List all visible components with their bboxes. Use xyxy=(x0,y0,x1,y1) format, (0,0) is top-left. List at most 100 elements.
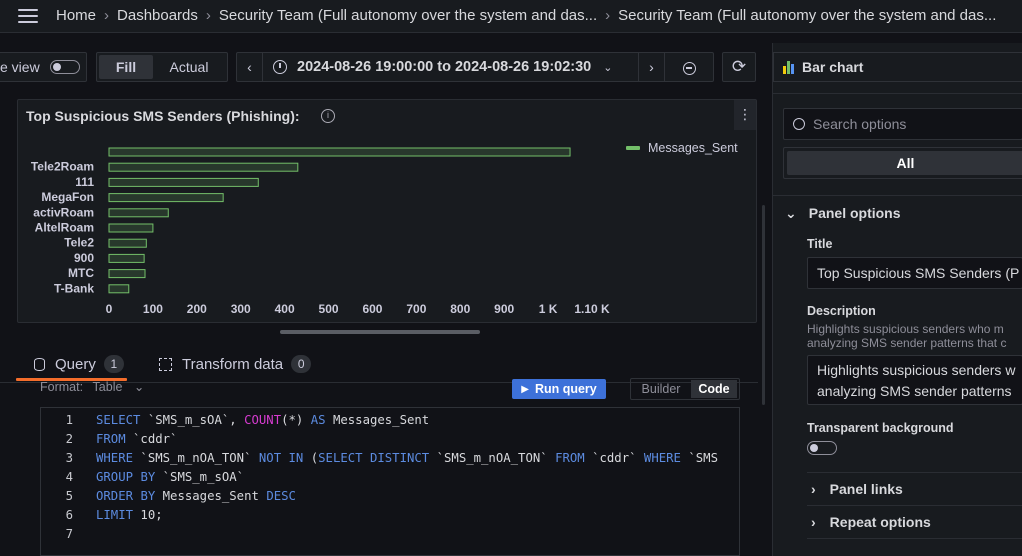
chart-bar[interactable] xyxy=(108,162,299,172)
time-back-button[interactable]: ‹ xyxy=(237,53,263,81)
chart-bar[interactable] xyxy=(108,223,154,233)
x-tick-label: 0 xyxy=(106,302,113,316)
code-line: 1 SELECT `SMS_m_sOA`, COUNT(*) AS Message… xyxy=(41,413,739,432)
fill-actual-group: Fill Actual xyxy=(96,52,228,82)
play-icon: ▶ xyxy=(521,383,529,395)
transparent-label: Transparent background xyxy=(807,421,954,435)
time-range-label: 2024-08-26 19:00:00 to 2024-08-26 19:02:… xyxy=(297,59,592,75)
description-line-1: Highlights suspicious senders w xyxy=(817,362,1016,378)
x-tick-label: 900 xyxy=(494,302,514,316)
table-view-toggle[interactable]: e view xyxy=(0,52,87,82)
top-navbar: Home › Dashboards › Security Team (Full auto… xyxy=(0,0,1022,33)
y-tick-label: 900 xyxy=(74,251,94,265)
actual-button[interactable]: Actual xyxy=(153,59,225,75)
title-label: Title xyxy=(807,237,833,251)
description-textarea[interactable]: Highlights suspicious senders w analyzin… xyxy=(807,355,1022,405)
code-text: LIMIT 10; xyxy=(96,508,163,522)
zoom-out-button[interactable] xyxy=(665,53,713,81)
search-options-input[interactable]: Search options xyxy=(783,108,1022,140)
chevron-right-icon: › xyxy=(104,7,110,24)
time-picker: ‹ 2024-08-26 19:00:00 to 2024-08-26 19:0… xyxy=(236,52,714,82)
code-mode-button[interactable]: Code xyxy=(691,380,737,398)
code-text: GROUP BY `SMS_m_sOA` xyxy=(96,470,245,484)
line-number: 6 xyxy=(65,508,73,522)
transparent-switch[interactable] xyxy=(807,441,837,455)
vertical-splitter[interactable] xyxy=(762,205,765,405)
chart-bar[interactable] xyxy=(108,269,146,279)
panel-links-label: Panel links xyxy=(829,481,903,497)
fill-button[interactable]: Fill xyxy=(99,55,153,79)
y-tick-label: activRoam xyxy=(33,205,94,219)
y-tick-label: 111 xyxy=(75,175,94,189)
tab-query[interactable]: Query 1 xyxy=(34,348,124,380)
breadcrumb-dashboard[interactable]: Security Team (Full autonomy over the sy… xyxy=(618,7,996,24)
code-line: 2 FROM `cddr` xyxy=(41,432,739,451)
visualization-picker[interactable]: Bar chart xyxy=(773,52,1022,82)
y-tick-label: Tele2Roam xyxy=(31,160,94,174)
divider xyxy=(773,93,1022,94)
x-tick-label: 400 xyxy=(275,302,295,316)
chevron-right-icon: › xyxy=(205,7,211,24)
code-line: 6 LIMIT 10; xyxy=(41,508,739,527)
breadcrumb-folder[interactable]: Security Team (Full autonomy over the sy… xyxy=(219,7,597,24)
bar-chart: Tele2Roam111MegaFonactivRoam AltelRoamTel… xyxy=(31,147,610,316)
editor-mode-toggle: Builder Code xyxy=(630,378,740,400)
horizontal-scrollbar[interactable] xyxy=(280,330,480,334)
refresh-button[interactable]: ⟳ xyxy=(722,52,756,82)
chart-bar[interactable] xyxy=(108,193,224,203)
chart-bar[interactable] xyxy=(108,284,130,294)
description-hint-2: analyzing SMS sender patterns that c xyxy=(807,336,1007,350)
x-tick-label: 200 xyxy=(187,302,207,316)
table-view-label: e view xyxy=(0,59,40,75)
menu-icon[interactable] xyxy=(18,9,38,23)
table-view-switch[interactable] xyxy=(49,60,80,74)
code-line: 4 GROUP BY `SMS_m_sOA` xyxy=(41,470,739,489)
builder-mode-button[interactable]: Builder xyxy=(631,382,691,396)
y-tick-label: T-Bank xyxy=(54,281,94,295)
code-text: FROM `cddr` xyxy=(96,432,178,446)
x-tick-label: 1.10 K xyxy=(574,302,610,316)
legend-label[interactable]: Messages_Sent xyxy=(648,141,738,155)
options-filter: All xyxy=(783,147,1022,179)
x-tick-label: 1 K xyxy=(539,302,558,316)
query-count-badge: 1 xyxy=(103,355,124,373)
y-tick-label: AltelRoam xyxy=(35,221,94,235)
breadcrumb: Home › Dashboards › Security Team (Full auto… xyxy=(56,7,996,24)
x-tick-label: 600 xyxy=(362,302,382,316)
breadcrumb-home[interactable]: Home xyxy=(56,7,96,24)
time-range-picker[interactable]: 2024-08-26 19:00:00 to 2024-08-26 19:02:… xyxy=(263,53,639,81)
search-placeholder: Search options xyxy=(813,116,907,132)
code-line: 5 ORDER BY Messages_Sent DESC xyxy=(41,489,739,508)
chart-bar[interactable] xyxy=(108,177,259,187)
chart-bar[interactable] xyxy=(108,147,571,157)
tab-query-label: Query xyxy=(55,355,96,373)
x-tick-label: 800 xyxy=(450,302,470,316)
code-line: 3 WHERE `SMS_m_nOA_TON` NOT IN (SELECT DI… xyxy=(41,451,739,470)
chevron-right-icon: › xyxy=(811,481,816,497)
x-tick-label: 500 xyxy=(319,302,339,316)
chart-bar[interactable] xyxy=(108,238,147,248)
bar-chart-panel: Top Suspicious SMS Senders (Phishing): i… xyxy=(17,99,757,334)
tab-transform[interactable]: Transform data 0 xyxy=(159,348,312,380)
chart-bar[interactable] xyxy=(108,208,169,218)
chart-bar[interactable] xyxy=(108,253,145,263)
filter-all-button[interactable]: All xyxy=(787,151,1022,175)
format-value: Table xyxy=(92,380,123,394)
repeat-options-header[interactable]: › Repeat options xyxy=(811,514,931,530)
time-forward-button[interactable]: › xyxy=(639,53,665,81)
run-query-button[interactable]: ▶ Run query xyxy=(512,379,606,399)
panel-options-label: Panel options xyxy=(808,205,901,221)
title-input[interactable]: Top Suspicious SMS Senders (P xyxy=(807,257,1022,289)
bar-chart-icon xyxy=(783,60,794,74)
sql-code-editor[interactable]: 1 SELECT `SMS_m_sOA`, COUNT(*) AS Message… xyxy=(40,407,740,556)
panel-options-header[interactable]: ⌄ Panel options xyxy=(785,205,901,222)
breadcrumb-dashboards[interactable]: Dashboards xyxy=(117,7,198,24)
chevron-down-icon: ⌄ xyxy=(785,205,797,221)
description-hint-1: Highlights suspicious senders who m xyxy=(807,322,1004,336)
format-selector[interactable]: Format: Table ⌄ xyxy=(40,379,144,394)
code-line: 7 xyxy=(41,527,739,546)
panel-links-header[interactable]: › Panel links xyxy=(811,481,903,497)
line-number: 3 xyxy=(65,451,73,465)
line-number: 4 xyxy=(65,470,73,484)
line-number: 1 xyxy=(65,413,73,427)
